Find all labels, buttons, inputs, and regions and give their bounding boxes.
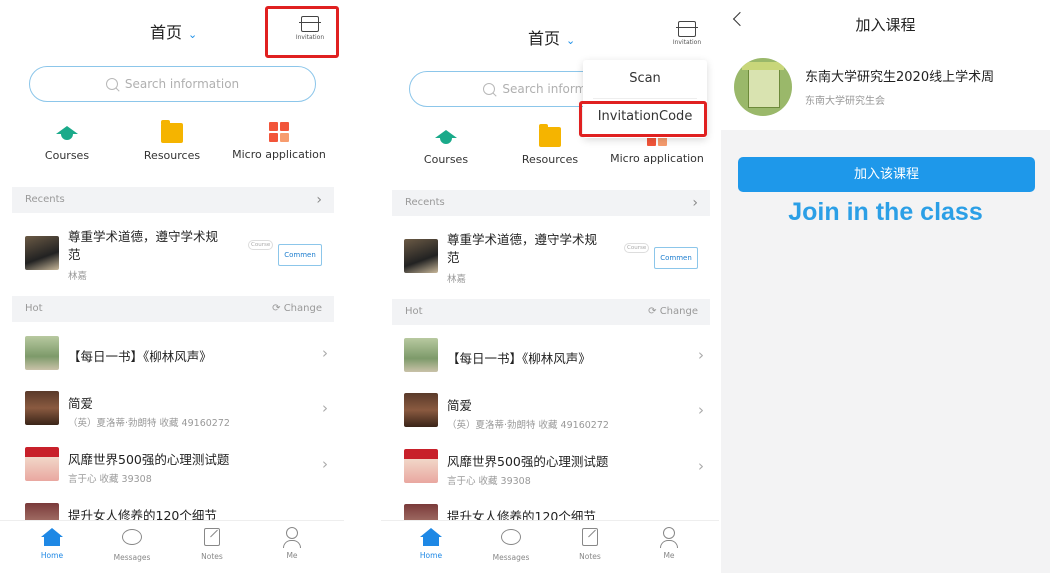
scan-icon xyxy=(676,21,698,37)
tab-bar: Home Messages Notes Me xyxy=(381,520,719,573)
list-item[interactable]: 简爱 （英）夏洛蒂·勃朗特 收藏 49160272 › xyxy=(12,385,334,437)
grid-icon xyxy=(269,122,289,142)
recent-item[interactable]: 尊重学术道德，遵守学术规范 林嘉 Course Commen xyxy=(392,225,710,287)
list-item[interactable]: 【每日一书】《柳林风声》 › xyxy=(392,332,710,384)
home-title-dropdown[interactable]: 首页 ⌄ xyxy=(528,25,575,49)
home-title-dropdown[interactable]: 首页 ⌄ xyxy=(150,19,197,43)
message-bubble-icon xyxy=(481,529,541,551)
highlight-box xyxy=(579,101,707,137)
search-icon xyxy=(105,78,118,90)
book-cover xyxy=(25,447,59,481)
folder-icon xyxy=(539,124,561,147)
person-icon xyxy=(262,527,322,549)
refresh-icon: ⟳ xyxy=(648,306,657,317)
change-button[interactable]: ⟳ Change xyxy=(648,299,698,325)
edit-note-icon xyxy=(560,528,620,550)
home-icon xyxy=(22,527,82,549)
list-item[interactable]: 风靡世界500强的心理测试题 言于心 收藏 39308 › xyxy=(392,443,710,495)
highlight-box xyxy=(265,6,339,58)
chevron-right-icon: › xyxy=(692,195,698,211)
hot-header: Hot ⟳ Change xyxy=(392,299,710,325)
graduation-cap-icon xyxy=(435,127,457,147)
comment-button[interactable]: Commen xyxy=(654,247,698,269)
quick-micro-application[interactable]: Micro application xyxy=(224,122,334,161)
page-title: 加入课程 xyxy=(855,16,916,34)
tab-me[interactable]: Me xyxy=(262,527,322,560)
hot-header: Hot ⟳ Change xyxy=(12,296,334,322)
course-thumbnail xyxy=(404,239,438,273)
chevron-right-icon: › xyxy=(322,399,328,417)
tab-home[interactable]: Home xyxy=(22,527,82,560)
annotation-text: Join in the class xyxy=(788,198,983,226)
home-icon xyxy=(401,527,461,549)
book-cover xyxy=(404,449,438,483)
nav-header: 加入课程 xyxy=(721,0,1050,46)
list-item[interactable]: 简爱 （英）夏洛蒂·勃朗特 收藏 49160272 › xyxy=(392,387,710,439)
tab-home[interactable]: Home xyxy=(401,527,461,560)
tab-notes[interactable]: Notes xyxy=(560,527,620,561)
list-item[interactable]: 风靡世界500强的心理测试题 言于心 收藏 39308 › xyxy=(12,441,334,493)
chevron-right-icon: › xyxy=(322,344,328,362)
course-card: 东南大学研究生2020线上学术周 东南大学研究生会 xyxy=(721,46,1050,130)
header: 首页 ⌄ Invitation xyxy=(381,0,719,60)
quick-courses[interactable]: Courses xyxy=(391,127,501,166)
menu-divider xyxy=(593,98,697,99)
book-cover xyxy=(25,391,59,425)
recents-header[interactable]: Recents › xyxy=(392,190,710,216)
tab-me[interactable]: Me xyxy=(639,527,699,560)
book-cover xyxy=(404,393,438,427)
join-course-button[interactable]: 加入该课程 xyxy=(738,157,1035,192)
edit-note-icon xyxy=(182,528,242,550)
tab-notes[interactable]: Notes xyxy=(182,527,242,561)
search-icon xyxy=(483,83,496,95)
course-name: 东南大学研究生2020线上学术周 xyxy=(805,70,995,85)
refresh-icon: ⟳ xyxy=(272,303,281,314)
quick-courses[interactable]: Courses xyxy=(12,123,122,162)
content-background xyxy=(721,130,1050,573)
quick-resources[interactable]: Resources xyxy=(117,120,227,162)
person-icon xyxy=(639,527,699,549)
join-course-screen: 加入课程 东南大学研究生2020线上学术周 东南大学研究生会 加入该课程 Joi… xyxy=(721,0,1050,573)
invitation-button[interactable]: Invitation xyxy=(667,21,707,46)
chevron-right-icon: › xyxy=(316,192,322,208)
change-button[interactable]: ⟳ Change xyxy=(272,296,322,322)
course-thumbnail xyxy=(25,236,59,270)
home-screen-1: 首页 ⌄ Invitation Search information Course… xyxy=(0,0,344,573)
folder-icon xyxy=(161,120,183,143)
tab-bar: Home Messages Notes Me xyxy=(0,520,344,573)
tab-messages[interactable]: Messages xyxy=(102,527,162,562)
chevron-down-icon: ⌄ xyxy=(188,28,198,41)
comment-button[interactable]: Commen xyxy=(278,244,322,266)
recents-header[interactable]: Recents › xyxy=(12,187,334,213)
book-cover xyxy=(25,336,59,370)
course-cover-image xyxy=(734,58,792,116)
message-bubble-icon xyxy=(102,529,162,551)
chevron-right-icon: › xyxy=(698,401,704,419)
book-cover xyxy=(404,338,438,372)
tab-messages[interactable]: Messages xyxy=(481,527,541,562)
chevron-right-icon: › xyxy=(698,457,704,475)
search-input[interactable]: Search information xyxy=(29,66,316,102)
chevron-down-icon: ⌄ xyxy=(566,34,576,47)
menu-item-scan[interactable]: Scan xyxy=(583,71,707,86)
course-organization: 东南大学研究生会 xyxy=(805,96,885,107)
graduation-cap-icon xyxy=(56,123,78,143)
chevron-right-icon: › xyxy=(698,346,704,364)
list-item[interactable]: 【每日一书】《柳林风声》 › xyxy=(12,330,334,382)
chevron-right-icon: › xyxy=(322,455,328,473)
recent-item[interactable]: 尊重学术道德，遵守学术规范 林嘉 Course Commen xyxy=(12,222,334,284)
